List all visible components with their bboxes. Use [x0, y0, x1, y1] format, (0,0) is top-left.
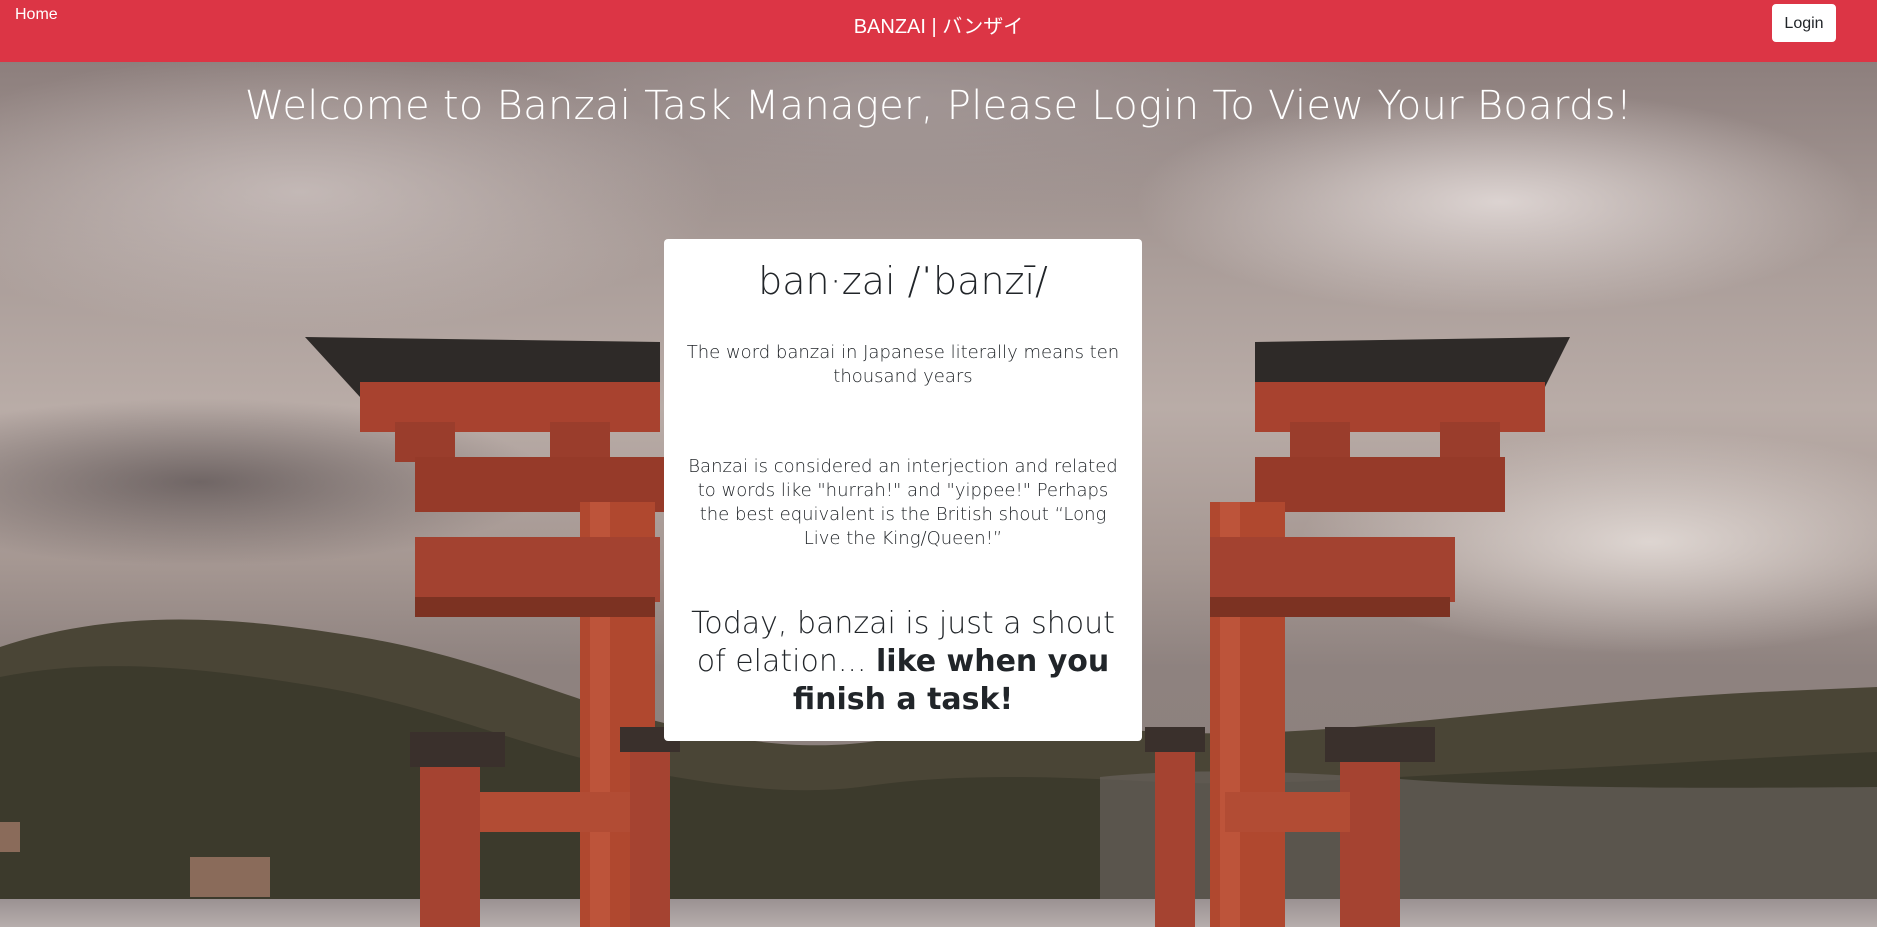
welcome-headline: Welcome to Banzai Task Manager, Please L…	[244, 83, 1633, 129]
login-button[interactable]: Login	[1772, 4, 1836, 42]
torii-gate-right	[1145, 337, 1570, 927]
elation-paragraph: Today, banzai is just a shout of elation…	[684, 605, 1122, 719]
meaning-paragraph: The word banzai in Japanese literally me…	[686, 342, 1120, 387]
interjection-paragraph: Banzai is considered an interjection and…	[688, 456, 1118, 549]
definition-card: ban·zai /ˈbanzī/ The word banzai in Japa…	[664, 239, 1142, 741]
card-title: ban·zai /ˈbanzī/	[758, 259, 1048, 303]
brand-title: BANZAI | バンザイ	[853, 16, 1024, 38]
page: Home BANZAI | バンザイ Login Welcome to Banz…	[0, 0, 1877, 927]
top-navbar: Home BANZAI | バンザイ Login	[0, 0, 1877, 62]
